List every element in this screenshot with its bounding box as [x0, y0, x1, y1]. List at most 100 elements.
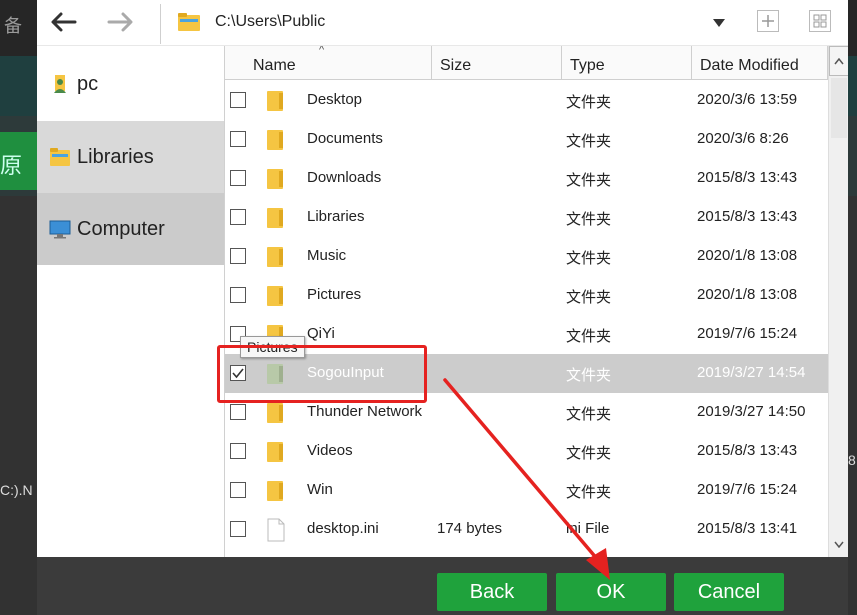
chevron-down-icon[interactable]: [707, 12, 731, 34]
background-text-green: 原: [0, 153, 23, 178]
file-type: 文件夹: [566, 328, 612, 345]
table-row[interactable]: Music 文件夹 2020/1/8 13:08: [225, 237, 828, 276]
vertical-scrollbar[interactable]: [828, 46, 848, 557]
table-row[interactable]: Win 文件夹 2019/7/6 15:24: [225, 471, 828, 510]
annotation-highlight-box: [217, 345, 427, 403]
table-row[interactable]: Libraries 文件夹 2015/8/3 13:43: [225, 198, 828, 237]
file-type: 文件夹: [566, 445, 612, 462]
file-type: 文件夹: [566, 367, 612, 384]
file-type: 文件夹: [566, 484, 612, 501]
new-folder-icon[interactable]: [757, 10, 779, 32]
folder-icon: [265, 479, 287, 503]
table-row[interactable]: Desktop 文件夹 2020/3/6 13:59: [225, 81, 828, 120]
back-button[interactable]: Back: [437, 573, 547, 611]
monitor-icon: [49, 218, 71, 240]
sidebar: pc Libraries Computer: [37, 46, 225, 557]
file-type: 文件夹: [566, 250, 612, 267]
scroll-up-icon[interactable]: [829, 46, 848, 76]
sidebar-item-pc[interactable]: pc: [37, 48, 224, 120]
folder-icon: [265, 167, 287, 191]
table-row[interactable]: desktop.ini 174 bytes ini File 2015/8/3 13:…: [225, 510, 828, 549]
folder-icon: [177, 12, 201, 32]
table-row[interactable]: Videos 文件夹 2015/8/3 13:43: [225, 432, 828, 471]
background-text-left: C:).N: [0, 482, 33, 498]
dialog-footer: Back OK Cancel: [37, 557, 848, 615]
column-header-label: Date Modified: [700, 57, 799, 74]
libraries-folder-icon: [49, 146, 71, 168]
column-header-size[interactable]: Size: [432, 46, 562, 80]
file-date-modified: 2019/3/27 14:50: [697, 403, 806, 420]
sidebar-item-computer[interactable]: Computer: [37, 193, 224, 265]
sidebar-item-label: Libraries: [77, 145, 154, 168]
column-header-type[interactable]: Type: [562, 46, 692, 80]
column-header-label: Name: [253, 57, 296, 74]
row-checkbox[interactable]: [230, 131, 246, 147]
pc-user-icon: [49, 73, 71, 95]
sidebar-item-label: Computer: [77, 217, 165, 240]
file-type: 文件夹: [566, 211, 612, 228]
folder-icon: [265, 245, 287, 269]
file-icon: [265, 518, 287, 542]
row-checkbox[interactable]: [230, 404, 246, 420]
row-checkbox[interactable]: [230, 287, 246, 303]
file-name: Documents: [307, 130, 383, 147]
file-type: 文件夹: [566, 133, 612, 150]
row-checkbox[interactable]: [230, 248, 246, 264]
column-header-label: Size: [440, 57, 472, 74]
folder-icon: [265, 440, 287, 464]
row-checkbox[interactable]: [230, 521, 246, 537]
file-date-modified: 2015/8/3 13:43: [697, 442, 798, 459]
file-date-modified: 2020/3/6 13:59: [697, 91, 798, 108]
file-name: Libraries: [307, 208, 365, 225]
back-arrow-icon[interactable]: [43, 4, 83, 40]
address-path: C:\Users\Public: [215, 13, 326, 30]
file-type: 文件夹: [566, 94, 612, 111]
folder-icon: [265, 206, 287, 230]
row-checkbox[interactable]: [230, 92, 246, 108]
scroll-down-icon[interactable]: [829, 534, 848, 554]
row-checkbox[interactable]: [230, 482, 246, 498]
folder-icon: [265, 284, 287, 308]
file-name: QiYi: [307, 325, 335, 342]
file-date-modified: 2019/7/6 15:24: [697, 481, 798, 498]
file-date-modified: 2015/8/3 13:43: [697, 169, 798, 186]
file-date-modified: 2015/8/3 13:41: [697, 520, 798, 537]
file-name: Win: [307, 481, 333, 498]
file-date-modified: 2019/7/6 15:24: [697, 325, 798, 342]
file-name: Pictures: [307, 286, 362, 303]
row-checkbox[interactable]: [230, 443, 246, 459]
row-checkbox[interactable]: [230, 170, 246, 186]
file-date-modified: 2019/3/27 14:54: [697, 364, 806, 381]
address-bar[interactable]: C:\Users\Public: [177, 8, 737, 36]
column-header-label: Type: [570, 57, 605, 74]
scrollbar-thumb[interactable]: [831, 78, 847, 138]
column-header-date-modified[interactable]: Date Modified: [692, 46, 828, 80]
file-picker-dialog: C:\Users\Public pc Libraries Computer ^ …: [37, 0, 848, 615]
ok-button[interactable]: OK: [556, 573, 666, 611]
file-list: ^ Name Size Type Date Modified Desktop 文件…: [225, 46, 848, 557]
background-text-top: 备: [4, 16, 22, 36]
column-header-name[interactable]: ^ Name: [225, 46, 432, 80]
sidebar-item-label: pc: [77, 72, 99, 95]
view-grid-icon[interactable]: [809, 10, 831, 32]
file-date-modified: 2020/1/8 13:08: [697, 286, 798, 303]
file-type: 文件夹: [566, 406, 612, 423]
file-name: Downloads: [307, 169, 382, 186]
background-text-right: 8: [848, 452, 856, 468]
forward-arrow-icon[interactable]: [101, 4, 141, 40]
folder-icon: [265, 89, 287, 113]
table-row[interactable]: Downloads 文件夹 2015/8/3 13:43: [225, 159, 828, 198]
file-type: ini File: [566, 520, 610, 537]
table-row[interactable]: Pictures 文件夹 2020/1/8 13:08: [225, 276, 828, 315]
sort-caret-icon: ^: [319, 46, 325, 56]
file-date-modified: 2015/8/3 13:43: [697, 208, 798, 225]
file-name: desktop.ini: [307, 520, 379, 537]
row-checkbox[interactable]: [230, 209, 246, 225]
file-type: 文件夹: [566, 172, 612, 189]
file-name: Thunder Network: [307, 403, 423, 420]
cancel-button[interactable]: Cancel: [674, 573, 784, 611]
sidebar-item-libraries[interactable]: Libraries: [37, 121, 224, 193]
dialog-toolbar: C:\Users\Public: [37, 0, 848, 46]
table-row[interactable]: Documents 文件夹 2020/3/6 8:26: [225, 120, 828, 159]
file-name: Desktop: [307, 91, 363, 108]
